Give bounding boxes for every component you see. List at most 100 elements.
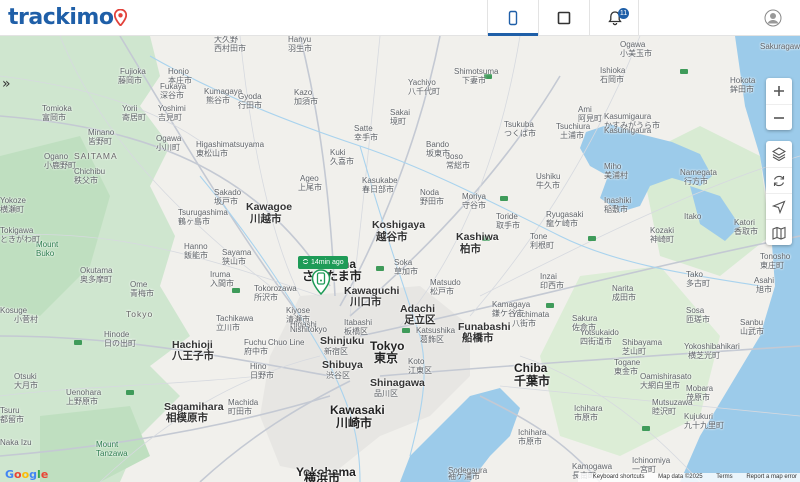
- map-place-label: 九十九里町: [684, 421, 724, 430]
- geofence-tab[interactable]: [539, 0, 589, 35]
- map-place-label: 横浜市: [304, 471, 341, 482]
- map-place-label: Shinagawa: [370, 377, 425, 389]
- map-place-label: Tokigawa: [0, 226, 34, 235]
- map-place-label: 大月市: [14, 381, 38, 390]
- map-place-label: Tomioka: [42, 104, 72, 113]
- map-place-label: 熊谷市: [206, 96, 230, 105]
- phone-device-icon: [508, 10, 518, 25]
- map-place-label: Sakuragawa: [760, 42, 800, 51]
- map-place-label: 藤岡市: [118, 76, 142, 85]
- map-place-label: Ichinomiya: [632, 456, 671, 465]
- map-place-label: 春日部市: [362, 185, 394, 194]
- map-place-label: Gyoda: [238, 92, 262, 101]
- map-tools: [766, 141, 792, 245]
- zoom-out-button[interactable]: [766, 104, 792, 130]
- map-place-label: 日野市: [250, 371, 274, 380]
- map-place-label: 牛久市: [536, 181, 560, 190]
- trackimo-logo[interactable]: trackimo: [8, 5, 128, 30]
- navigation-arrow-icon: [772, 199, 786, 214]
- map-view[interactable]: Sakuragawa 大久野西村田市 Hanyu羽生市 Shimotsuma下妻市 Is…: [0, 36, 800, 482]
- tracker-marker-icon[interactable]: [311, 269, 331, 295]
- map-place-label: Ogano: [44, 152, 69, 161]
- map-place-label: 鶴ヶ島市: [178, 217, 210, 226]
- map-place-label: 深谷市: [160, 91, 184, 100]
- map-place-label: Toride: [496, 212, 518, 221]
- map-place-label: Ishioka: [600, 66, 626, 75]
- map-place-label: 横瀬町: [0, 205, 24, 214]
- map-place-label: Yotsukaido: [580, 328, 619, 337]
- map-place-label: Hino: [250, 362, 267, 371]
- map-place-label: Tsuchiura: [556, 122, 591, 131]
- map-place-label: Ogawa: [156, 134, 182, 143]
- map-place-label: 境町: [390, 117, 406, 126]
- map-place-label: 小美玉市: [620, 49, 652, 58]
- map-place-label: 秩父市: [74, 176, 98, 185]
- map-place-label: Ryugasaki: [546, 210, 584, 219]
- map-place-label: 入間市: [210, 279, 234, 288]
- map-place-label: Satte: [354, 124, 373, 133]
- map-place-label: 守谷市: [462, 201, 486, 210]
- refresh-button[interactable]: [766, 167, 792, 193]
- zoom-in-button[interactable]: [766, 78, 792, 104]
- map-place-label: つくば市: [504, 129, 536, 138]
- map-place-label: ときがわ町: [0, 235, 40, 244]
- map-place-label: 四街道市: [580, 337, 612, 346]
- map-place-label: Katori: [734, 218, 755, 227]
- map-place-label: Moriya: [462, 192, 487, 201]
- map-place-label: 匝瑳市: [686, 315, 710, 324]
- map-place-label: Kamagaya: [492, 300, 531, 309]
- map-place-label: 千葉市: [514, 374, 551, 388]
- notifications-tab[interactable]: 11: [590, 0, 640, 35]
- map-place-label: Tsurugashima: [178, 208, 228, 217]
- map-place-label: Sayama: [222, 248, 252, 257]
- map-place-label: Itako: [684, 212, 702, 221]
- map-place-label: Nishitokyo: [290, 325, 327, 334]
- map-place-label: 成田市: [612, 293, 636, 302]
- map-place-label: 草加市: [394, 267, 418, 276]
- map-place-label: Kasukabe: [362, 176, 398, 185]
- layers-button[interactable]: [766, 141, 792, 167]
- map-place-label: Minano: [88, 128, 115, 137]
- report-error-link[interactable]: Report a map error: [746, 474, 797, 480]
- map-place-label: 行田市: [238, 101, 262, 110]
- map-place-label: 品川区: [374, 389, 398, 398]
- top-bar: trackimo 11: [0, 0, 800, 36]
- map-place-label: 久喜市: [330, 157, 354, 166]
- map-place-label: Kamogawa: [572, 462, 613, 471]
- map-place-label: 大網白里市: [640, 381, 680, 390]
- map-place-label: 狭山市: [222, 257, 246, 266]
- map-place-label: Shibayama: [622, 338, 663, 347]
- expand-panel-button[interactable]: »: [2, 76, 20, 92]
- device-tab[interactable]: [488, 0, 538, 36]
- navigate-button[interactable]: [766, 193, 792, 219]
- map-place-label: Shinjuku: [320, 335, 365, 347]
- last-seen-chip[interactable]: 14min ago: [298, 256, 348, 269]
- map-place-label: Bando: [426, 140, 450, 149]
- map-place-label: Naka Izu: [0, 438, 32, 447]
- map-place-label: Kazo: [294, 88, 313, 97]
- map-place-label: 葛飾区: [420, 335, 444, 344]
- map-place-label: Ichihara: [518, 428, 547, 437]
- location-pin-icon: [114, 9, 128, 26]
- map-place-label: 飯能市: [184, 251, 208, 260]
- map-place-label: Fukaya: [160, 82, 187, 91]
- map-place-label: 八千代町: [408, 87, 440, 96]
- map-place-label: 芝山町: [622, 347, 646, 356]
- map-place-label: Tone: [530, 232, 548, 241]
- map-place-label: 下妻市: [462, 76, 486, 85]
- map-place-label: Tanzawa: [96, 449, 128, 458]
- terms-link[interactable]: Terms: [716, 474, 732, 480]
- map-place-label: Kasumigaura: [604, 112, 652, 121]
- map-place-label: 印西市: [540, 281, 564, 290]
- map-place-label: 山武市: [740, 327, 764, 336]
- map-view-button[interactable]: [766, 219, 792, 245]
- keyboard-shortcuts-link[interactable]: Keyboard shortcuts: [593, 474, 645, 480]
- map-place-label: 羽生市: [288, 44, 312, 53]
- map-place-label: Tachikawa: [216, 314, 254, 323]
- map-place-label: Chichibu: [74, 167, 106, 176]
- map-place-label: 大久野: [214, 36, 238, 44]
- map-place-label: 多古町: [686, 279, 710, 288]
- map-place-label: 東金市: [614, 367, 638, 376]
- map-place-label: Yorii: [122, 104, 138, 113]
- user-account-icon[interactable]: [764, 9, 782, 27]
